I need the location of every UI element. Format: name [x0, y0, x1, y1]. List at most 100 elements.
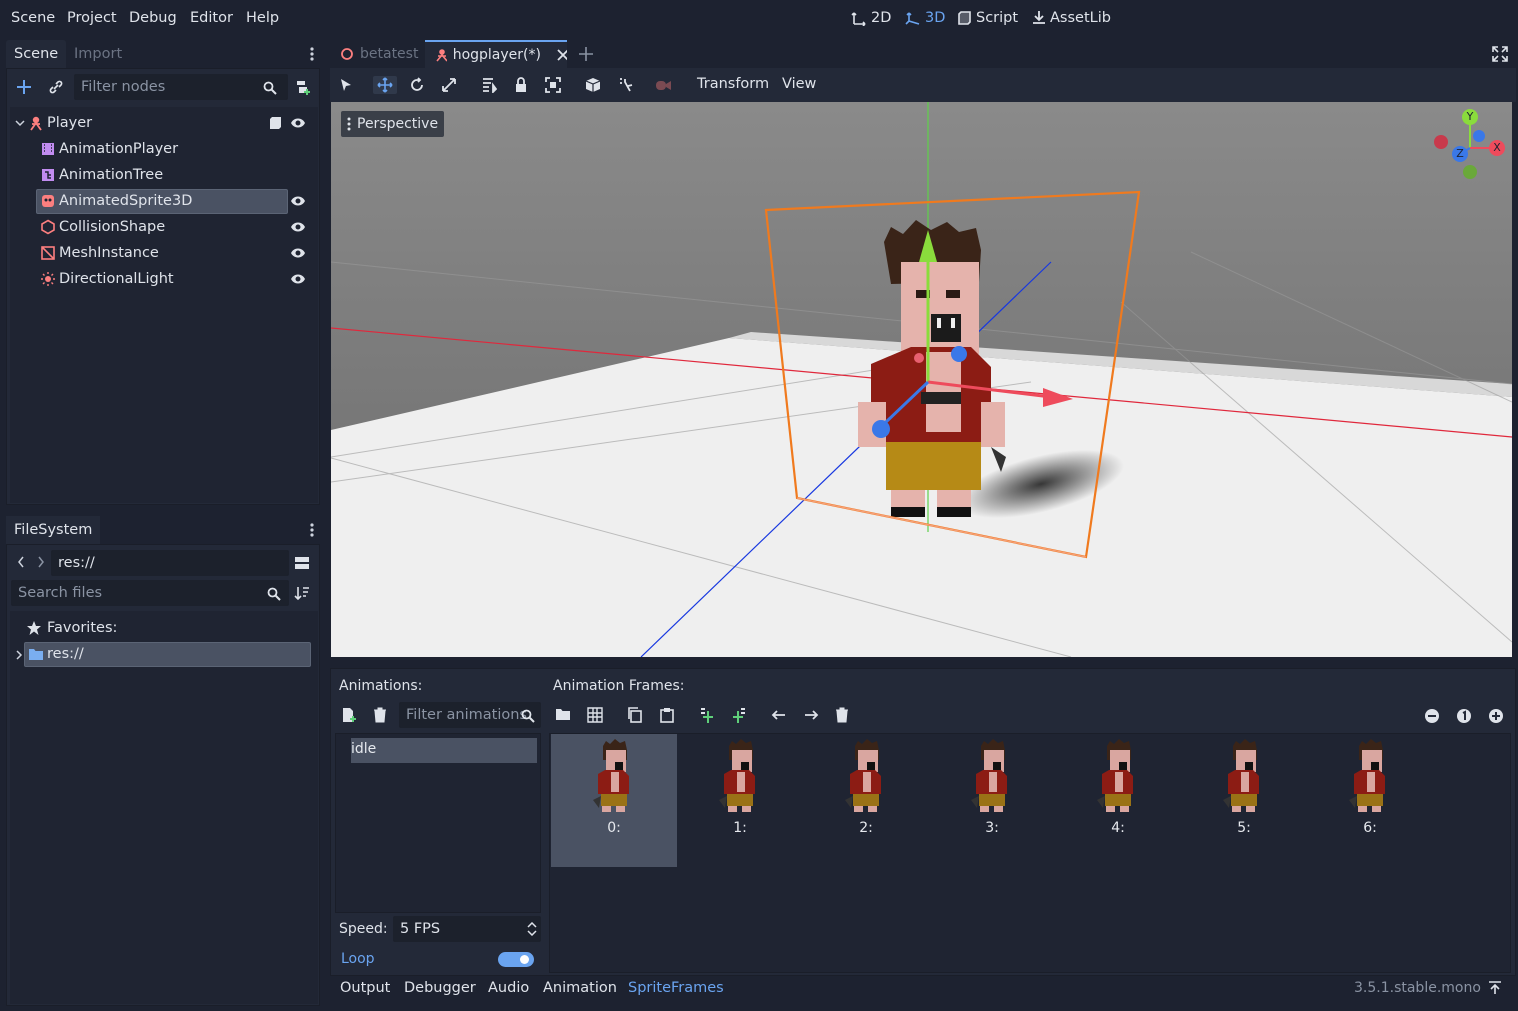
sprite-frame-item[interactable]: 4: [1055, 734, 1181, 867]
file-item-res-root[interactable]: res:// [10, 642, 318, 667]
back-arrow-icon[interactable] [17, 556, 25, 568]
visibility-eye-icon[interactable] [290, 117, 306, 129]
chevron-down-icon[interactable] [15, 119, 25, 127]
transform-menu[interactable]: Transform [697, 76, 769, 92]
sprite-frame-item[interactable]: 6: [1307, 734, 1433, 867]
snap-icon[interactable] [616, 76, 636, 94]
bottom-tab-debugger[interactable]: Debugger [404, 980, 476, 996]
menu-help[interactable]: Help [246, 10, 279, 26]
scene-tab-betatest[interactable]: betatest [330, 40, 424, 68]
search-files-input[interactable]: Search files [11, 580, 289, 606]
tab-import[interactable]: Import [66, 40, 130, 68]
menu-scene[interactable]: Scene [11, 10, 55, 26]
visibility-eye-icon[interactable] [290, 247, 306, 259]
visibility-eye-icon[interactable] [290, 221, 306, 233]
gizmo-x-axis[interactable]: X [1489, 140, 1505, 156]
delete-frame-icon[interactable] [835, 707, 849, 723]
path-value: res:// [58, 555, 95, 571]
view-orientation-gizmo[interactable]: Y X Z [1429, 106, 1509, 182]
filter-nodes-input[interactable]: Filter nodes [74, 74, 288, 100]
bottom-tab-audio[interactable]: Audio [488, 980, 529, 996]
loop-toggle[interactable] [498, 952, 534, 967]
move-right-icon[interactable] [803, 707, 819, 723]
paste-icon[interactable] [659, 707, 675, 723]
menu-debug[interactable]: Debug [129, 10, 177, 26]
local-space-icon[interactable] [583, 76, 603, 94]
distraction-free-icon[interactable] [1492, 46, 1508, 62]
gizmo-z-axis[interactable]: Z [1452, 146, 1468, 162]
workspace-script-button[interactable]: Script [958, 10, 1018, 26]
zoom-out-icon[interactable] [1424, 708, 1440, 724]
visibility-eye-icon[interactable] [290, 195, 306, 207]
tree-item-player[interactable]: Player [10, 111, 318, 135]
filter-animations-placeholder: Filter animations [406, 707, 527, 723]
dock-menu-icon[interactable] [308, 46, 316, 62]
animation-item-idle[interactable]: idle [351, 738, 537, 763]
select-mode-icon[interactable] [336, 76, 356, 94]
camera-override-icon[interactable] [654, 76, 674, 94]
insert-after-icon[interactable] [731, 707, 747, 723]
workspace-2d-button[interactable]: 2D [851, 10, 891, 26]
spin-arrows-icon[interactable] [527, 922, 537, 936]
zoom-in-icon[interactable] [1488, 708, 1504, 724]
bottom-tab-animation[interactable]: Animation [543, 980, 617, 996]
mesh-instance-icon [41, 246, 55, 260]
tab-scene[interactable]: Scene [6, 40, 67, 68]
workspace-3d-label: 3D [925, 10, 946, 26]
filter-animations-input[interactable]: Filter animations [399, 702, 541, 728]
tree-item-animatedsprite3d[interactable]: AnimatedSprite3D [10, 189, 318, 214]
zoom-reset-icon[interactable] [1456, 708, 1472, 724]
sort-icon[interactable] [294, 585, 310, 601]
bottom-tab-output[interactable]: Output [340, 980, 390, 996]
filesystem-tabbar: FileSystem [6, 516, 320, 544]
copy-icon[interactable] [627, 707, 643, 723]
chevron-right-icon[interactable] [15, 650, 23, 660]
menu-project[interactable]: Project [67, 10, 117, 26]
sprite-frame-item[interactable]: 3: [929, 734, 1055, 867]
move-mode-icon[interactable] [373, 76, 397, 94]
open-folder-icon[interactable] [555, 707, 571, 721]
close-icon[interactable] [557, 49, 567, 61]
tree-item-collisionshape[interactable]: CollisionShape [10, 215, 318, 239]
speed-spinbox[interactable]: 5 FPS [393, 916, 541, 942]
tree-item-animationplayer[interactable]: AnimationPlayer [10, 137, 318, 161]
move-left-icon[interactable] [771, 707, 787, 723]
add-node-icon[interactable] [16, 79, 32, 95]
bottom-tab-spriteframes[interactable]: SpriteFrames [628, 980, 724, 996]
tree-item-meshinstance[interactable]: MeshInstance [10, 241, 318, 265]
tree-item-animationtree[interactable]: AnimationTree [10, 163, 318, 187]
dock-menu-icon[interactable] [308, 522, 316, 538]
path-field[interactable]: res:// [51, 550, 289, 576]
sprite-frame-item[interactable]: 1: [677, 734, 803, 867]
expand-panel-icon[interactable] [1488, 981, 1502, 995]
sprite-frame-item[interactable]: 0: [551, 734, 677, 867]
forward-arrow-icon[interactable] [37, 556, 45, 568]
perspective-menu-button[interactable]: Perspective [341, 111, 445, 137]
lock-icon[interactable] [511, 76, 531, 94]
tree-item-directionallight[interactable]: DirectionalLight [10, 267, 318, 291]
group-icon[interactable] [543, 76, 563, 94]
attached-script-icon[interactable] [269, 115, 283, 131]
tab-filesystem[interactable]: FileSystem [6, 516, 101, 544]
scale-mode-icon[interactable] [439, 76, 459, 94]
sprite-frame-item[interactable]: 2: [803, 734, 929, 867]
instance-scene-icon[interactable] [295, 79, 311, 95]
3d-viewport[interactable]: Perspective Y X Z [331, 102, 1512, 657]
split-mode-icon[interactable] [294, 555, 310, 571]
visibility-eye-icon[interactable] [290, 273, 306, 285]
gizmo-y-axis[interactable]: Y [1462, 109, 1478, 125]
grid-icon[interactable] [587, 707, 603, 723]
new-animation-icon[interactable] [341, 707, 357, 723]
sprite-frame-item[interactable]: 5: [1181, 734, 1307, 867]
insert-before-icon[interactable] [699, 707, 715, 723]
workspace-3d-button[interactable]: 3D [905, 10, 945, 26]
link-icon[interactable] [48, 79, 64, 95]
list-select-icon[interactable] [479, 76, 499, 94]
view-menu[interactable]: View [782, 76, 816, 92]
rotate-mode-icon[interactable] [407, 76, 427, 94]
new-scene-tab-icon[interactable] [578, 46, 594, 62]
scene-tab-hogplayer[interactable]: hogplayer(*) [425, 40, 567, 68]
delete-animation-icon[interactable] [373, 707, 387, 723]
workspace-assetlib-button[interactable]: AssetLib [1032, 10, 1111, 26]
menu-editor[interactable]: Editor [190, 10, 233, 26]
